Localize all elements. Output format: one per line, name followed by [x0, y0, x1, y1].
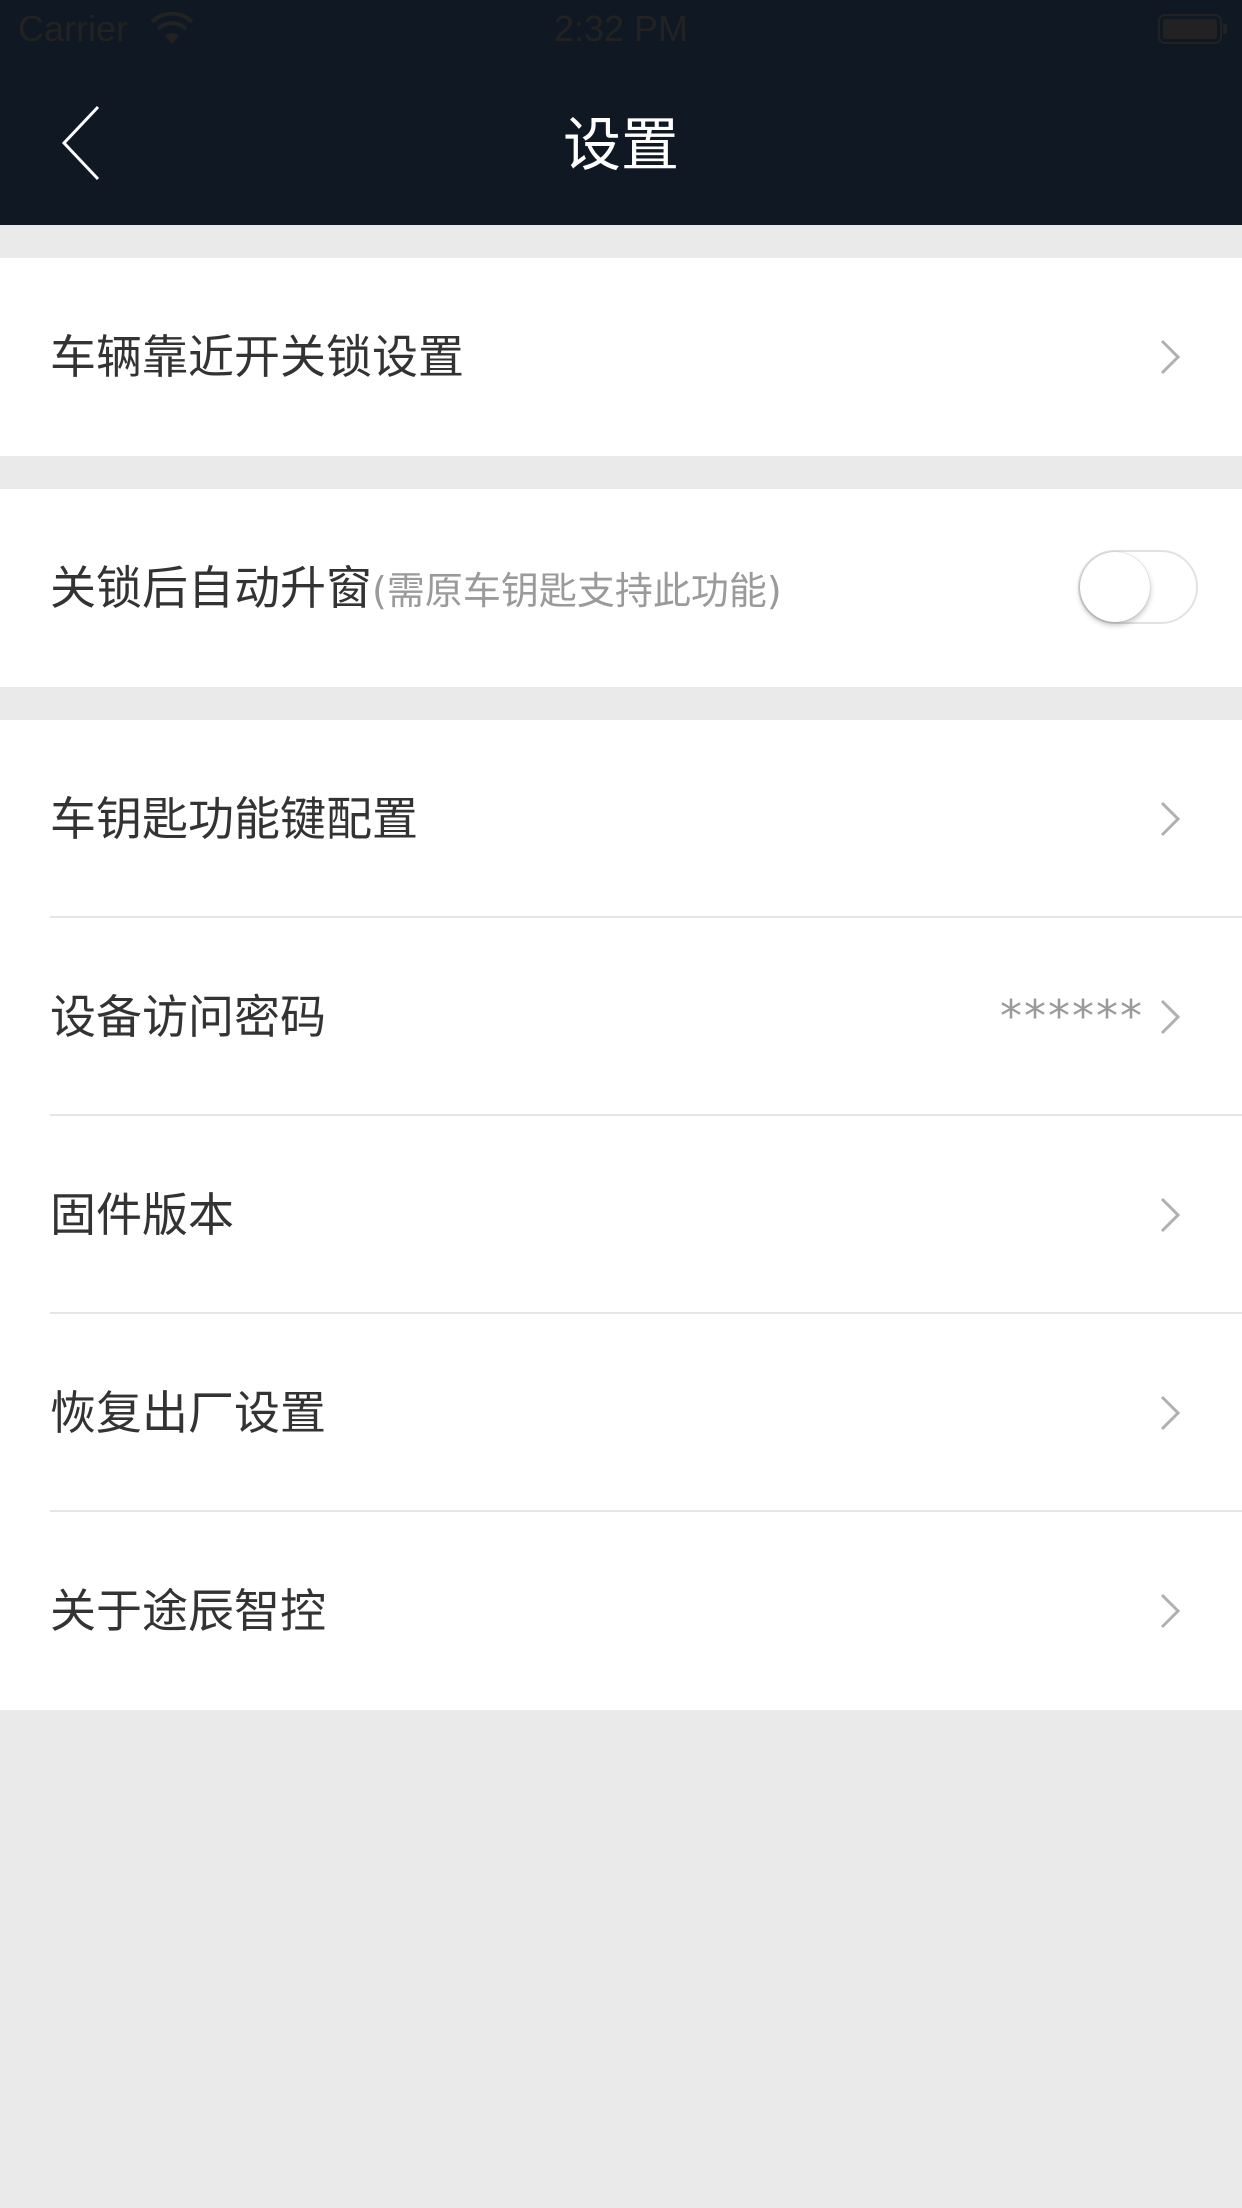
- chevron-right-icon: [1160, 801, 1181, 837]
- settings-group-device: 车钥匙功能键配置 设备访问密码 ****** 固件版本 恢复出厂设置 关于途辰智…: [0, 720, 1242, 1710]
- settings-group-auto-window: 关锁后自动升窗(需原车钥匙支持此功能): [0, 489, 1242, 687]
- row-label: 固件版本: [50, 1188, 234, 1242]
- status-bar: Carrier 2:32 PM: [0, 0, 1242, 60]
- row-device-access-password[interactable]: 设备访问密码 ******: [0, 918, 1242, 1116]
- settings-group-proximity: 车辆靠近开关锁设置: [0, 258, 1242, 456]
- row-about[interactable]: 关于途辰智控: [0, 1512, 1242, 1710]
- row-label-main: 关锁后自动升窗: [50, 561, 372, 615]
- navigation-bar: Carrier 2:32 PM 设置: [0, 0, 1242, 225]
- toggle-knob: [1080, 552, 1150, 622]
- row-firmware-version[interactable]: 固件版本: [0, 1116, 1242, 1314]
- row-factory-reset[interactable]: 恢复出厂设置: [0, 1314, 1242, 1512]
- page-title: 设置: [562, 111, 679, 179]
- row-label: 关于途辰智控: [50, 1584, 326, 1638]
- row-label: 车辆靠近开关锁设置: [50, 330, 464, 384]
- row-auto-window-up: 关锁后自动升窗(需原车钥匙支持此功能): [0, 489, 1242, 687]
- chevron-right-icon: [1160, 1593, 1181, 1629]
- row-label-note: (需原车钥匙支持此功能): [372, 569, 782, 613]
- chevron-right-icon: [1160, 999, 1181, 1035]
- row-label: 设备访问密码: [50, 990, 326, 1044]
- chevron-right-icon: [1160, 1197, 1181, 1233]
- chevron-right-icon: [1160, 1395, 1181, 1431]
- row-label: 恢复出厂设置: [50, 1386, 326, 1440]
- auto-window-toggle[interactable]: [1078, 550, 1198, 624]
- chevron-right-icon: [1160, 339, 1181, 375]
- status-time: 2:32 PM: [553, 8, 689, 49]
- row-proximity-lock-settings[interactable]: 车辆靠近开关锁设置: [0, 258, 1242, 456]
- row-label: 关锁后自动升窗(需原车钥匙支持此功能): [50, 489, 782, 690]
- battery-icon: [1158, 14, 1227, 44]
- row-key-function-config[interactable]: 车钥匙功能键配置: [0, 720, 1242, 918]
- password-value: ******: [1000, 991, 1144, 1042]
- row-label: 车钥匙功能键配置: [50, 792, 418, 846]
